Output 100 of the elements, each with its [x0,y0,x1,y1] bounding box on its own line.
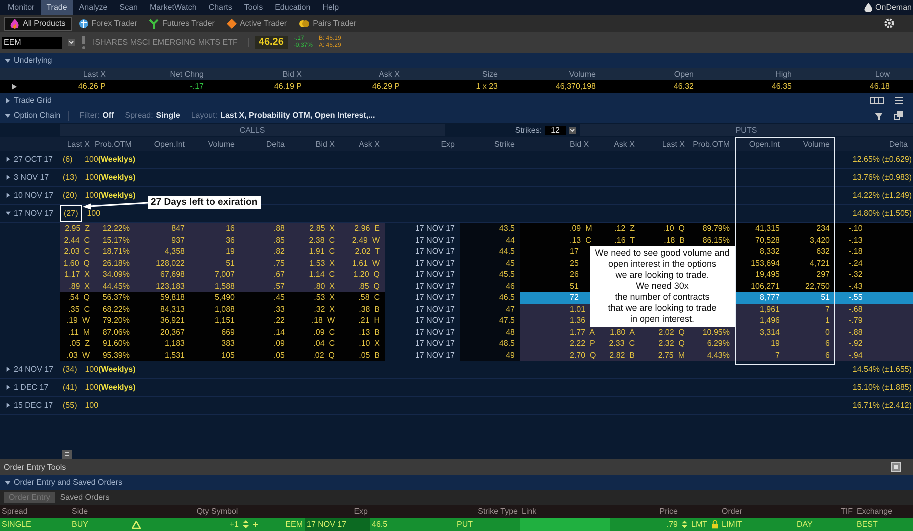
table-cell-text: 26.18% [102,258,131,269]
table-cell-text: 8,777 [758,292,781,304]
strike-cell: 47 [460,304,520,315]
column-header: Last X [661,140,686,148]
table-cell-text: 12.22% [102,223,131,234]
panel-title: Order Entry Tools [4,462,66,472]
column-header: Qty Symbol [196,507,240,516]
table-cell-text: 2.96 E [354,223,381,234]
column-header: Volume [568,70,597,78]
column-header: Bid X [314,140,336,148]
table-cell-text: .14 [272,326,286,338]
table-cell-text: 297 [816,269,831,280]
table-cell-text: .03 W [66,350,91,361]
table-cell-text: 15.17% [102,234,131,246]
table-cell-text: 19 [225,246,236,258]
strike-cell: 44 [460,234,520,246]
table-cell-text: .21 H [358,315,381,326]
table-cell-text: 79.20% [102,315,131,326]
table-cell-text: 1.36 [569,315,587,326]
table-cell-text: -.88 [848,326,864,338]
days-to-expiration: (6) [62,154,74,166]
column-header: Side [71,507,90,516]
table-cell-text: .10 X [358,338,381,350]
table-cell-text: -.43 [848,280,864,292]
table-cell-text: -.24 [848,258,864,269]
days-to-expiration: (27) [60,205,82,222]
table-cell-text: 1 x 23 [475,82,499,91]
table-cell-text: 0 [824,326,831,338]
contract-multiplier: 100 [85,365,99,374]
strike-cell: 45 [460,258,520,269]
column-header: Price [658,507,679,516]
column-header: Delta [888,140,909,148]
table-cell-text: 1,151 [214,315,236,326]
table-cell-text: .58 C [358,292,381,304]
implied-volatility: 14.80% (±1.505) [852,209,912,218]
table-cell-text: .53 X [313,292,336,304]
table-cell-text: 128,022 [155,258,186,269]
table-cell-text: 2.33 C [608,338,636,350]
table-cell-text: 41,315 [754,223,781,234]
column-header: Volume [802,140,831,148]
table-cell-text: 22,750 [804,280,831,292]
table-cell-text: -.94 [848,350,864,361]
table-cell-text: 46.32 [672,82,695,91]
table-cell-text: 72 [569,292,580,304]
table-cell-text: 1.91 C [308,246,336,258]
table-cell-text: .02 Q [312,350,336,361]
table-cell-text: 1.60 Q [62,258,91,269]
table-cell-text: 20,367 [160,326,186,338]
table-cell-text: 2.03 C [63,246,91,258]
table-cell-text: 34.09% [102,269,131,280]
table-cell-text: -.10 [848,223,864,234]
table-cell-text: 3,314 [758,326,781,338]
table-cell-text: 17 NOV 17 [414,304,456,315]
table-cell-text: 1.14 C [308,269,336,280]
days-to-expiration: (34) [62,364,78,376]
table-cell-text: -.79 [848,315,864,326]
table-cell-text: 153,694 [750,258,781,269]
table-cell-text: 632 [816,246,831,258]
table-cell-text: 1.01 [569,304,587,315]
symbol-description: ISHARES MSCI EMERGING MKTS ETF [93,38,249,47]
table-cell-text: .33 [272,304,286,315]
table-cell-text: -.68 [848,304,864,315]
table-cell-text: 17 NOV 17 [414,338,456,350]
table-cell-text: 19,495 [754,269,781,280]
table-cell-text: 46,370,198 [554,82,597,91]
table-cell-text: 10.95% [702,326,731,338]
table-cell-text: 1.77 A [569,326,595,338]
contract-multiplier: 100 [85,173,99,182]
table-cell-text: 1.17 X [64,269,91,280]
table-cell-text: .80 X [313,280,336,292]
table-cell-text: .75 [272,258,286,269]
implied-volatility: 14.54% (±1.655) [852,365,912,374]
column-header: Volume [207,140,236,148]
table-cell-text: 1,088 [214,304,236,315]
last-price: 46.26 [254,36,288,49]
table-cell-text: 70,528 [754,234,781,246]
column-header: Order [721,507,744,516]
table-cell-text: 2.49 W [351,234,381,246]
column-header: Strike Type [477,507,519,516]
column-header: Open.Int [153,140,186,148]
table-cell-text: 17 NOV 17 [414,315,456,326]
table-cell-text: 87.06% [102,326,131,338]
table-cell-text: 2.85 X [308,223,336,234]
table-cell-text: 105 [220,350,236,361]
calls-label: CALLS [240,126,266,134]
table-cell-text: 84,313 [160,304,186,315]
column-header: Ask X [358,140,381,148]
column-header: Last X [82,70,107,78]
table-cell-text: .67 [272,269,286,280]
weeklys-tag: (Weeklys) [98,155,136,164]
table-cell-text: .13 C [569,234,592,246]
table-cell-text: .18 B [663,234,686,246]
table-cell-text: 1,588 [214,280,236,292]
table-cell-text: 17 NOV 17 [414,234,456,246]
column-header: Exp [353,507,369,516]
table-cell-text: 2.44 C [63,234,91,246]
table-cell-text: 17 NOV 17 [414,269,456,280]
table-cell-text: 18.71% [102,246,131,258]
table-cell-text: .04 C [312,338,336,350]
table-cell-text: -.92 [848,338,864,350]
